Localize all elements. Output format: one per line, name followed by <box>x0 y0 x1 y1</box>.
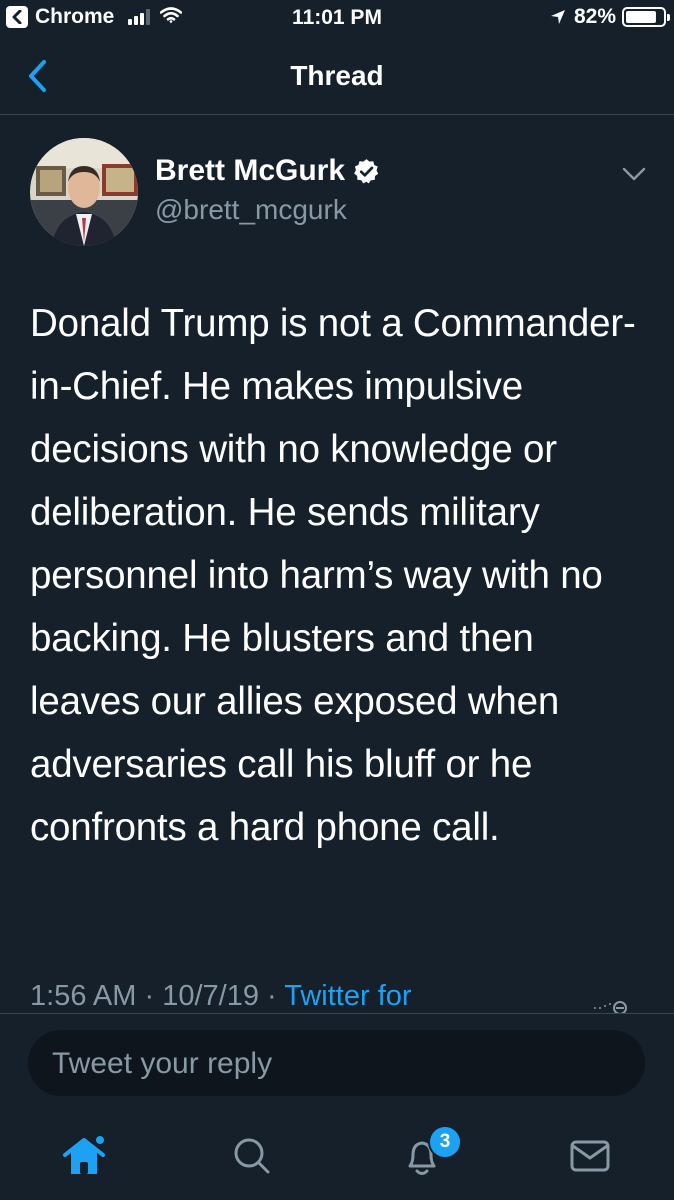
battery-percent: 82% <box>573 5 616 28</box>
battery-fill <box>626 11 656 23</box>
tab-search[interactable] <box>222 1128 282 1184</box>
status-bar: Chrome 11:01 PM 82% <box>0 0 674 36</box>
author-handle[interactable]: @brett_mcgurk <box>155 194 347 226</box>
tab-home[interactable] <box>54 1128 114 1184</box>
tweet-time: 1:56 AM <box>30 980 137 1012</box>
tab-bar <box>0 1110 674 1200</box>
battery-icon <box>622 7 670 27</box>
meta-separator: · <box>144 980 155 1012</box>
page-title: Thread <box>290 60 384 91</box>
notifications-badge: 3 <box>428 1125 462 1159</box>
meta-separator: · <box>267 980 277 1012</box>
messages-icon <box>570 1140 610 1172</box>
tab-messages[interactable] <box>560 1128 620 1184</box>
nav-bar: Thread <box>0 36 674 115</box>
home-icon <box>63 1134 106 1174</box>
tweet-text: Donald Trump is not a Commander-in-Chief… <box>30 302 636 849</box>
avatar[interactable] <box>30 138 138 246</box>
chevron-down-icon <box>622 167 646 181</box>
tweet-source-link[interactable]: Twitter for <box>284 980 411 1012</box>
tweet-meta-line: 1:56 AM · 10/7/19 · Twitter for <box>30 980 412 1013</box>
status-right: 82% <box>550 5 670 29</box>
tweet-menu-button[interactable] <box>620 164 648 184</box>
location-arrow-icon <box>550 9 566 25</box>
analytics-icon[interactable] <box>592 994 632 1013</box>
author-name-text: Brett McGurk <box>155 154 346 187</box>
verified-badge-icon <box>353 158 380 185</box>
search-icon <box>234 1138 270 1174</box>
reply-placeholder: Tweet your reply <box>52 1047 273 1080</box>
tweet-date: 10/7/19 <box>162 980 259 1012</box>
author-name[interactable]: Brett McGurk <box>155 154 380 188</box>
reply-input[interactable]: Tweet your reply <box>28 1030 645 1096</box>
tweet-meta: 1:56 AM · 10/7/19 · Twitter for <box>0 972 674 1014</box>
